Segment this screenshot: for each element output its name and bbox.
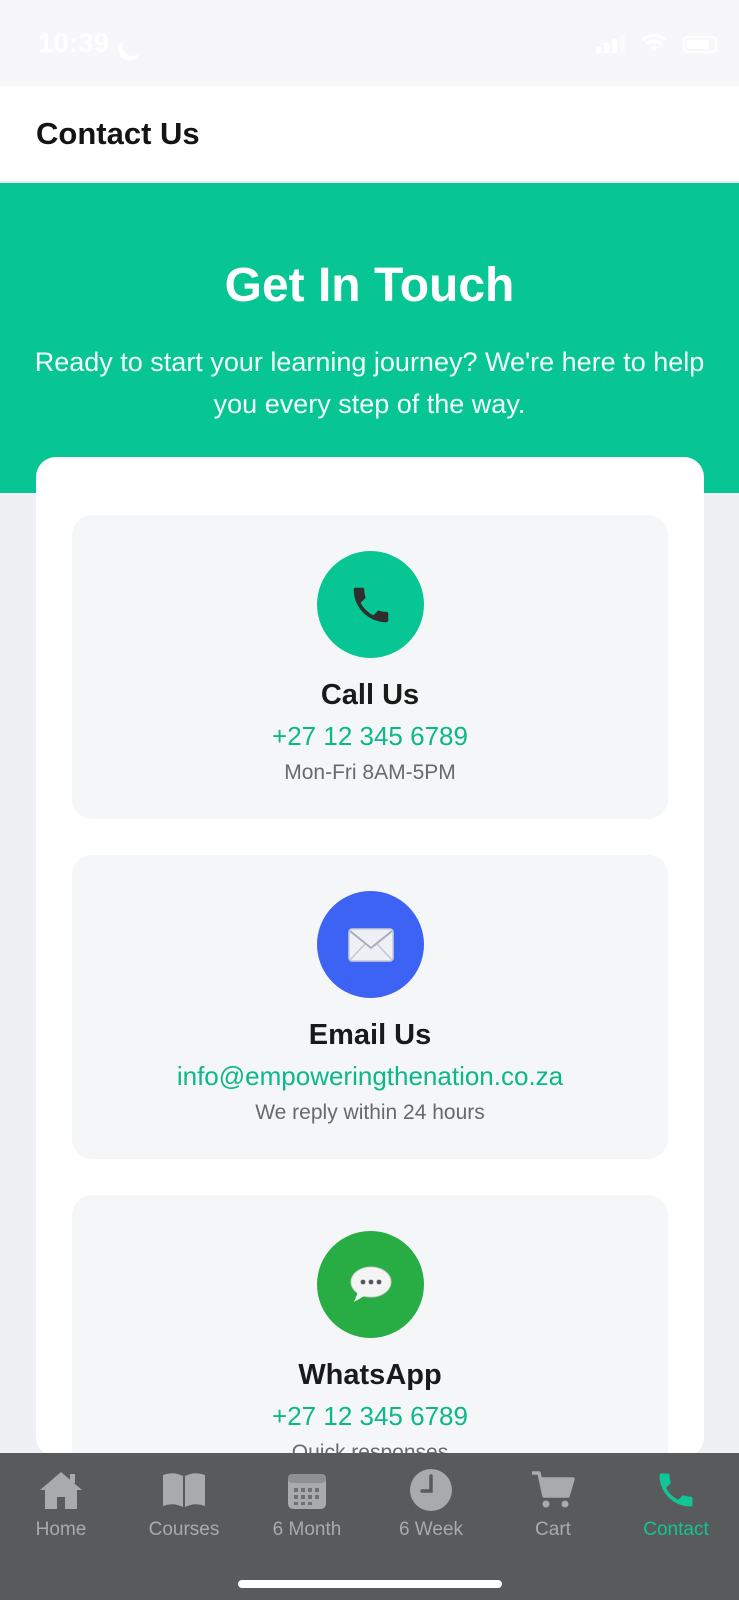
speech-bubble-icon-circle xyxy=(317,1231,424,1338)
tab-courses[interactable]: Courses xyxy=(129,1465,239,1541)
method-title: Call Us xyxy=(320,679,420,711)
method-title: Email Us xyxy=(308,1019,432,1051)
home-icon xyxy=(40,1472,82,1509)
tab-6-month[interactable]: 6 Month xyxy=(252,1465,362,1541)
wifi-icon xyxy=(641,34,667,52)
hero-subtitle: Ready to start your learning journey? We… xyxy=(34,347,705,419)
page-header: Contact Us xyxy=(0,86,739,182)
cart-icon xyxy=(532,1471,575,1508)
method-title: WhatsApp xyxy=(298,1359,442,1391)
tab-home[interactable]: Home xyxy=(6,1465,116,1541)
tab-label: Courses xyxy=(148,1519,220,1540)
contact-card: Call Us +27 12 345 6789 Mon-Fri 8AM-5PM … xyxy=(36,457,704,1499)
tab-label: Cart xyxy=(535,1519,571,1540)
hero-banner: Get In Touch Ready to start your learnin… xyxy=(0,183,739,493)
phone-number-link[interactable]: +27 12 345 6789 xyxy=(72,721,668,752)
home-indicator xyxy=(238,1580,502,1588)
tab-label: 6 Month xyxy=(272,1519,342,1540)
bottom-tab-bar: Home Courses 6 Month 6 Week Cart Contact xyxy=(0,1453,739,1600)
whatsapp-number-link[interactable]: +27 12 345 6789 xyxy=(72,1401,668,1432)
moon-icon xyxy=(119,31,147,59)
tab-6-week[interactable]: 6 Week xyxy=(376,1465,486,1541)
envelope-icon xyxy=(347,927,394,962)
tab-label: Contact xyxy=(643,1519,709,1540)
tab-label: 6 Week xyxy=(398,1519,464,1540)
status-time: 10:39 xyxy=(38,28,110,58)
phone-icon xyxy=(353,587,388,622)
status-bar: 10:39 xyxy=(0,0,739,86)
hero-title: Get In Touch xyxy=(224,259,515,312)
method-note: We reply within 24 hours xyxy=(255,1101,485,1124)
tab-cart[interactable]: Cart xyxy=(498,1465,608,1541)
signal-icon xyxy=(596,35,625,53)
contact-method-email[interactable]: Email Us info@empoweringthenation.co.za … xyxy=(72,855,668,1159)
tab-label: Home xyxy=(35,1519,87,1540)
email-link[interactable]: info@empoweringthenation.co.za xyxy=(72,1061,668,1092)
book-icon xyxy=(163,1473,205,1507)
page-title: Contact Us xyxy=(36,116,200,151)
phone-icon-circle xyxy=(317,551,424,658)
speech-bubble-icon xyxy=(350,1266,391,1302)
clock-icon xyxy=(410,1469,452,1511)
method-note: Mon-Fri 8AM-5PM xyxy=(284,761,456,784)
phone-icon xyxy=(659,1473,693,1507)
status-icons xyxy=(596,34,717,53)
envelope-icon-circle xyxy=(317,891,424,998)
contact-method-call[interactable]: Call Us +27 12 345 6789 Mon-Fri 8AM-5PM xyxy=(72,515,668,819)
calendar-icon xyxy=(288,1474,326,1509)
tab-contact[interactable]: Contact xyxy=(621,1465,731,1541)
battery-icon xyxy=(683,36,717,53)
